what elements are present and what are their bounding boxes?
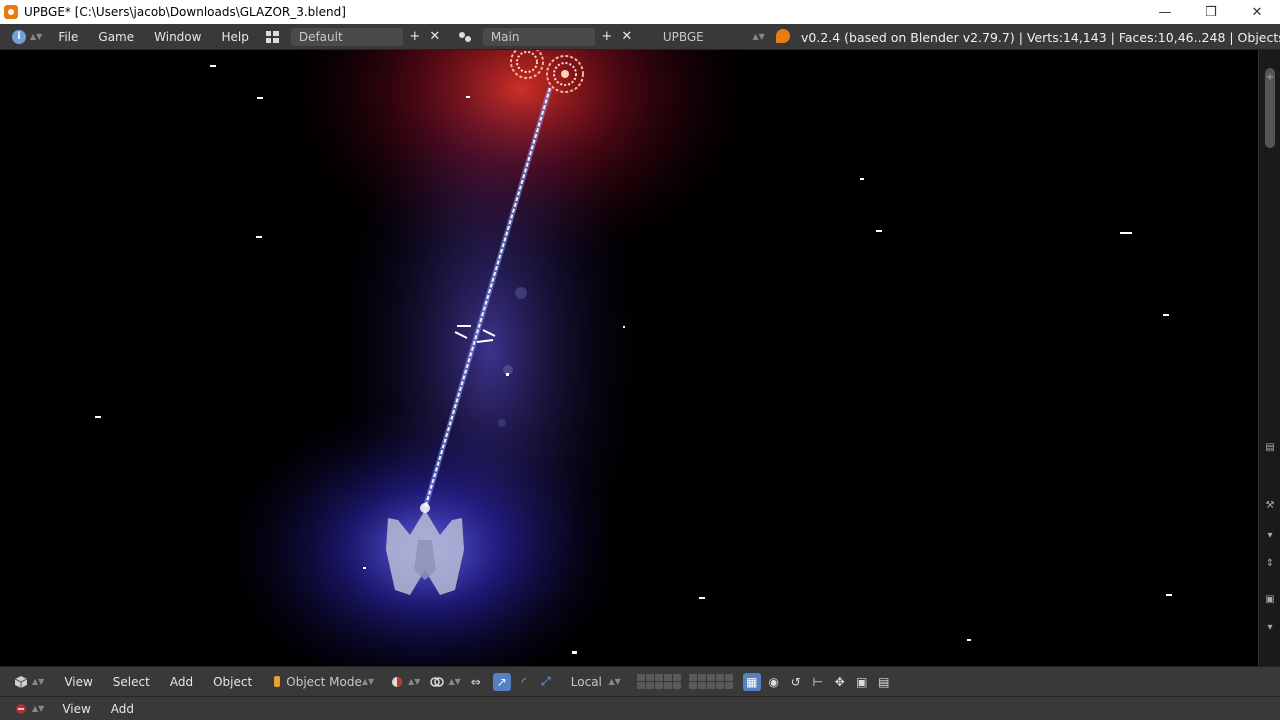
pivot-icon[interactable] <box>428 673 446 691</box>
transform-orientation[interactable]: Local ▲▼ <box>562 672 629 691</box>
bottom-editor-header: ▲▼ View Add <box>0 696 1280 720</box>
sphere-icon[interactable] <box>388 673 406 691</box>
scene-icon[interactable] <box>457 29 473 45</box>
plus-icon[interactable]: + <box>1263 72 1277 86</box>
close-icon[interactable]: ✕ <box>427 29 443 45</box>
menu-add[interactable]: Add <box>160 675 203 689</box>
screen-layout-field[interactable]: Default <box>290 27 403 46</box>
editor-type-icon[interactable] <box>12 700 30 718</box>
window-titlebar: UPBGE* [C:\Users\jacob\Downloads\GLAZOR_… <box>0 0 1280 24</box>
screen-layout-name: Default <box>298 29 343 44</box>
chevron-updown-icon[interactable]: ⇕ <box>1263 558 1277 572</box>
chevron-updown-icon: ▲▼ <box>752 32 765 41</box>
proportional-edit-icon[interactable]: ◉ <box>765 673 783 691</box>
cube-icon[interactable] <box>12 673 30 691</box>
camera-icon[interactable]: ▣ <box>1263 594 1277 608</box>
menu-file[interactable]: File <box>48 30 88 44</box>
scene-field[interactable]: Main <box>482 27 595 46</box>
3d-viewport[interactable] <box>0 50 1258 666</box>
camera-icon[interactable]: ▣ <box>853 673 871 691</box>
plus-icon[interactable]: + <box>599 29 615 45</box>
upbge-app-icon <box>4 5 18 19</box>
menu-window[interactable]: Window <box>144 30 211 44</box>
chevron-down-icon[interactable]: ▾ <box>1263 530 1277 544</box>
menu-game[interactable]: Game <box>88 30 144 44</box>
menu-add[interactable]: Add <box>101 702 144 716</box>
chevron-updown-icon[interactable]: ▲▼ <box>32 677 44 686</box>
orientation-label: Local <box>570 674 602 689</box>
snap-icon[interactable]: ↺ <box>787 673 805 691</box>
object-mode-icon <box>274 676 281 687</box>
window-controls: — ❒ ✕ <box>1142 0 1280 24</box>
menu-help[interactable]: Help <box>211 30 258 44</box>
window-title: UPBGE* [C:\Users\jacob\Downloads\GLAZOR_… <box>24 5 346 19</box>
arrows-icon[interactable]: ⇔ <box>467 673 485 691</box>
layout-icon[interactable] <box>265 29 281 45</box>
info-icon[interactable]: i <box>12 29 26 44</box>
game-scene <box>95 50 1172 666</box>
chevron-updown-icon: ▲▼ <box>608 677 621 686</box>
minimize-button[interactable]: — <box>1142 0 1188 24</box>
manipulator-icon[interactable]: ✥ <box>831 673 849 691</box>
menu-object[interactable]: Object <box>203 675 262 689</box>
chevron-updown-icon[interactable]: ▲▼ <box>408 677 420 686</box>
translate-icon[interactable]: ↗ <box>492 672 511 691</box>
blender-logo-icon <box>776 29 790 43</box>
3d-view-header: ▲▼ View Select Add Object Object Mode ▲▼… <box>0 666 1280 696</box>
layer-buttons[interactable] <box>636 674 681 689</box>
tool-shelf-toggle-icon[interactable]: ▤ <box>1263 442 1277 456</box>
chevron-updown-icon[interactable]: ▲▼ <box>448 677 460 686</box>
close-icon[interactable]: ✕ <box>619 29 635 45</box>
rotate-icon[interactable]: ◜ <box>515 673 533 691</box>
menu-select[interactable]: Select <box>103 675 160 689</box>
opengl-render-icon[interactable]: ▤ <box>875 673 893 691</box>
engine-name: UPBGE <box>662 29 704 44</box>
close-window-button[interactable]: ✕ <box>1234 0 1280 24</box>
wrench-icon[interactable]: ⚒ <box>1263 500 1277 514</box>
render-icon[interactable]: ▦ <box>742 672 761 691</box>
snap-element-icon[interactable]: ⊢ <box>809 673 827 691</box>
scale-icon[interactable]: ⤢ <box>537 673 555 691</box>
menu-view[interactable]: View <box>52 702 100 716</box>
chevron-updown-icon: ▲▼ <box>361 677 375 686</box>
viewport-scrollbar[interactable]: + ▤ ⚒ ▾ ⇕ ▣ ▾ <box>1258 50 1280 666</box>
info-header: i ▲▼ File Game Window Help Default + ✕ M… <box>0 24 1280 50</box>
chevron-updown-icon[interactable]: ▲▼ <box>30 32 42 41</box>
plus-icon[interactable]: + <box>407 29 423 45</box>
scene-name: Main <box>490 29 520 44</box>
mode-label: Object Mode <box>286 674 362 689</box>
chevron-updown-icon[interactable]: ▲▼ <box>32 704 44 713</box>
engine-selector[interactable]: UPBGE ▲▼ <box>654 27 773 46</box>
restore-button[interactable]: ❒ <box>1188 0 1234 24</box>
layer-buttons-2[interactable] <box>688 674 733 689</box>
mode-selector[interactable]: Object Mode ▲▼ <box>266 672 383 691</box>
scene-stats: v0.2.4 (based on Blender v2.79.7) | Vert… <box>801 30 1280 45</box>
menu-view[interactable]: View <box>54 675 102 689</box>
chevron-down-icon[interactable]: ▾ <box>1263 622 1277 636</box>
